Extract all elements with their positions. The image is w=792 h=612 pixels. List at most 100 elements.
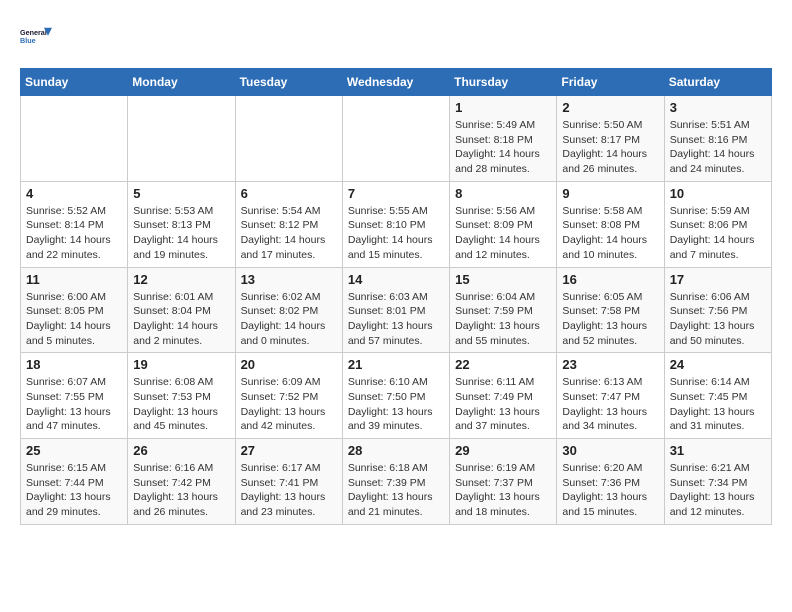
calendar-cell: 25Sunrise: 6:15 AM Sunset: 7:44 PM Dayli… [21, 439, 128, 525]
day-info: Sunrise: 6:03 AM Sunset: 8:01 PM Dayligh… [348, 290, 444, 349]
day-info: Sunrise: 6:16 AM Sunset: 7:42 PM Dayligh… [133, 461, 229, 520]
day-info: Sunrise: 6:04 AM Sunset: 7:59 PM Dayligh… [455, 290, 551, 349]
calendar-cell: 24 Sunrise: 6:14 AM Sunset: 7:45 PM Dayli… [664, 353, 771, 439]
calendar-cell: 2 Sunrise: 5:50 AM Sunset: 8:17 PM Daylig… [557, 96, 664, 182]
calendar-cell: 28 Sunrise: 6:18 AM Sunset: 7:39 PM Dayli… [342, 439, 449, 525]
day-info: Sunrise: 5:56 AM Sunset: 8:09 PM Dayligh… [455, 204, 551, 263]
day-number: 20 [241, 357, 337, 372]
calendar-cell: 15 Sunrise: 6:04 AM Sunset: 7:59 PM Dayli… [450, 267, 557, 353]
calendar-cell: 6Sunrise: 5:54 AM Sunset: 8:12 PM Daylig… [235, 181, 342, 267]
calendar-cell: 16 Sunrise: 6:05 AM Sunset: 7:58 PM Dayli… [557, 267, 664, 353]
day-number: 31 [670, 443, 766, 458]
calendar-cell: 20 Sunrise: 6:09 AM Sunset: 7:52 PM Dayli… [235, 353, 342, 439]
calendar-cell [235, 96, 342, 182]
day-number: 9 [562, 186, 658, 201]
day-info: Sunrise: 5:52 AM Sunset: 8:14 PM Dayligh… [26, 204, 122, 263]
day-info: Sunrise: 6:05 AM Sunset: 7:58 PM Dayligh… [562, 290, 658, 349]
day-info: Sunrise: 5:49 AM Sunset: 8:18 PM Dayligh… [455, 118, 551, 177]
day-info: Sunrise: 6:13 AM Sunset: 7:47 PM Dayligh… [562, 375, 658, 434]
day-number: 1 [455, 100, 551, 115]
day-number: 16 [562, 272, 658, 287]
calendar-week-row: 18 Sunrise: 6:07 AM Sunset: 7:55 PM Dayli… [21, 353, 772, 439]
logo-icon: GeneralBlue [20, 20, 52, 52]
calendar-cell: 10 Sunrise: 5:59 AM Sunset: 8:06 PM Dayli… [664, 181, 771, 267]
calendar-cell: 27 Sunrise: 6:17 AM Sunset: 7:41 PM Dayli… [235, 439, 342, 525]
day-number: 6 [241, 186, 337, 201]
calendar-week-row: 1 Sunrise: 5:49 AM Sunset: 8:18 PM Daylig… [21, 96, 772, 182]
day-number: 30 [562, 443, 658, 458]
calendar-cell: 9 Sunrise: 5:58 AM Sunset: 8:08 PM Daylig… [557, 181, 664, 267]
logo: GeneralBlue [20, 20, 52, 52]
day-number: 3 [670, 100, 766, 115]
day-info: Sunrise: 5:58 AM Sunset: 8:08 PM Dayligh… [562, 204, 658, 263]
day-info: Sunrise: 6:01 AM Sunset: 8:04 PM Dayligh… [133, 290, 229, 349]
day-info: Sunrise: 6:21 AM Sunset: 7:34 PM Dayligh… [670, 461, 766, 520]
calendar-cell: 18 Sunrise: 6:07 AM Sunset: 7:55 PM Dayli… [21, 353, 128, 439]
calendar-cell: 5 Sunrise: 5:53 AM Sunset: 8:13 PM Daylig… [128, 181, 235, 267]
day-info: Sunrise: 6:10 AM Sunset: 7:50 PM Dayligh… [348, 375, 444, 434]
day-info: Sunrise: 6:09 AM Sunset: 7:52 PM Dayligh… [241, 375, 337, 434]
weekday-header-row: SundayMondayTuesdayWednesdayThursdayFrid… [21, 69, 772, 96]
day-info: Sunrise: 6:11 AM Sunset: 7:49 PM Dayligh… [455, 375, 551, 434]
calendar-week-row: 4Sunrise: 5:52 AM Sunset: 8:14 PM Daylig… [21, 181, 772, 267]
day-number: 5 [133, 186, 229, 201]
day-info: Sunrise: 6:06 AM Sunset: 7:56 PM Dayligh… [670, 290, 766, 349]
day-number: 26 [133, 443, 229, 458]
day-number: 27 [241, 443, 337, 458]
weekday-header: Monday [128, 69, 235, 96]
day-number: 14 [348, 272, 444, 287]
calendar-cell: 22 Sunrise: 6:11 AM Sunset: 7:49 PM Dayli… [450, 353, 557, 439]
calendar-cell: 3 Sunrise: 5:51 AM Sunset: 8:16 PM Daylig… [664, 96, 771, 182]
calendar-cell: 12 Sunrise: 6:01 AM Sunset: 8:04 PM Dayli… [128, 267, 235, 353]
weekday-header: Sunday [21, 69, 128, 96]
day-number: 13 [241, 272, 337, 287]
day-number: 21 [348, 357, 444, 372]
day-info: Sunrise: 5:53 AM Sunset: 8:13 PM Dayligh… [133, 204, 229, 263]
calendar-table: SundayMondayTuesdayWednesdayThursdayFrid… [20, 68, 772, 525]
day-info: Sunrise: 5:50 AM Sunset: 8:17 PM Dayligh… [562, 118, 658, 177]
calendar-cell: 31 Sunrise: 6:21 AM Sunset: 7:34 PM Dayli… [664, 439, 771, 525]
day-info: Sunrise: 6:07 AM Sunset: 7:55 PM Dayligh… [26, 375, 122, 434]
calendar-cell: 23 Sunrise: 6:13 AM Sunset: 7:47 PM Dayli… [557, 353, 664, 439]
day-number: 15 [455, 272, 551, 287]
calendar-cell: 19Sunrise: 6:08 AM Sunset: 7:53 PM Dayli… [128, 353, 235, 439]
day-number: 2 [562, 100, 658, 115]
calendar-cell: 26 Sunrise: 6:16 AM Sunset: 7:42 PM Dayli… [128, 439, 235, 525]
calendar-cell: 13 Sunrise: 6:02 AM Sunset: 8:02 PM Dayli… [235, 267, 342, 353]
weekday-header: Saturday [664, 69, 771, 96]
day-info: Sunrise: 6:20 AM Sunset: 7:36 PM Dayligh… [562, 461, 658, 520]
weekday-header: Tuesday [235, 69, 342, 96]
day-number: 28 [348, 443, 444, 458]
day-info: Sunrise: 6:08 AM Sunset: 7:53 PM Dayligh… [133, 375, 229, 434]
weekday-header: Thursday [450, 69, 557, 96]
calendar-cell [21, 96, 128, 182]
calendar-cell: 11Sunrise: 6:00 AM Sunset: 8:05 PM Dayli… [21, 267, 128, 353]
weekday-header: Wednesday [342, 69, 449, 96]
day-info: Sunrise: 6:17 AM Sunset: 7:41 PM Dayligh… [241, 461, 337, 520]
calendar-week-row: 11Sunrise: 6:00 AM Sunset: 8:05 PM Dayli… [21, 267, 772, 353]
day-number: 8 [455, 186, 551, 201]
day-number: 18 [26, 357, 122, 372]
day-info: Sunrise: 5:55 AM Sunset: 8:10 PM Dayligh… [348, 204, 444, 263]
day-info: Sunrise: 6:00 AM Sunset: 8:05 PM Dayligh… [26, 290, 122, 349]
day-info: Sunrise: 5:51 AM Sunset: 8:16 PM Dayligh… [670, 118, 766, 177]
svg-text:Blue: Blue [20, 36, 36, 45]
day-info: Sunrise: 6:14 AM Sunset: 7:45 PM Dayligh… [670, 375, 766, 434]
day-info: Sunrise: 6:18 AM Sunset: 7:39 PM Dayligh… [348, 461, 444, 520]
calendar-cell: 1 Sunrise: 5:49 AM Sunset: 8:18 PM Daylig… [450, 96, 557, 182]
day-number: 23 [562, 357, 658, 372]
day-number: 29 [455, 443, 551, 458]
day-number: 24 [670, 357, 766, 372]
page-header: GeneralBlue [20, 20, 772, 52]
calendar-cell: 30 Sunrise: 6:20 AM Sunset: 7:36 PM Dayli… [557, 439, 664, 525]
day-number: 12 [133, 272, 229, 287]
calendar-cell: 8 Sunrise: 5:56 AM Sunset: 8:09 PM Daylig… [450, 181, 557, 267]
weekday-header: Friday [557, 69, 664, 96]
day-number: 10 [670, 186, 766, 201]
day-info: Sunrise: 6:02 AM Sunset: 8:02 PM Dayligh… [241, 290, 337, 349]
calendar-cell [128, 96, 235, 182]
calendar-cell [342, 96, 449, 182]
day-info: Sunrise: 5:59 AM Sunset: 8:06 PM Dayligh… [670, 204, 766, 263]
day-number: 17 [670, 272, 766, 287]
day-number: 22 [455, 357, 551, 372]
